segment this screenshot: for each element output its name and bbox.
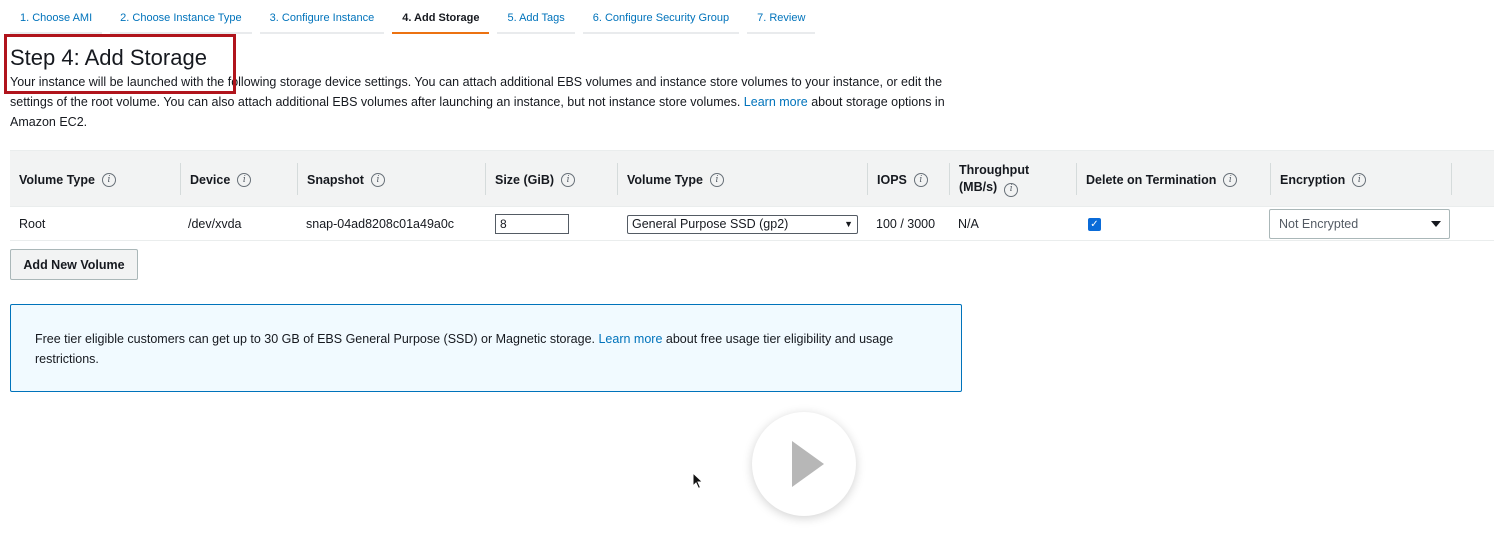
cell-volume-type: Root bbox=[19, 217, 46, 231]
caret-down-icon bbox=[1431, 221, 1441, 227]
info-panel-text: Free tier eligible customers can get up … bbox=[35, 332, 595, 346]
cell-delete-on-termination: ✓ bbox=[1079, 207, 1101, 241]
size-input[interactable] bbox=[495, 214, 569, 234]
info-icon[interactable]: i bbox=[913, 172, 928, 187]
tab-review[interactable]: 7. Review bbox=[747, 0, 816, 34]
col-iops: IOPS i bbox=[868, 151, 950, 208]
cell-encryption: Not Encrypted bbox=[1260, 207, 1450, 241]
col-throughput: Throughput (MB/s) i bbox=[950, 151, 1077, 208]
storage-table: Volume Type i Device i Snapshot i Size (… bbox=[10, 150, 1494, 241]
chevron-down-icon: ▼ bbox=[844, 219, 853, 229]
info-icon[interactable]: i bbox=[561, 172, 576, 187]
col-label: IOPS bbox=[877, 172, 907, 187]
col-label: Device bbox=[190, 172, 231, 187]
mouse-cursor-icon bbox=[692, 472, 704, 490]
volume-type-select[interactable]: General Purpose SSD (gp2) ▼ bbox=[627, 214, 858, 234]
play-button[interactable] bbox=[752, 412, 856, 516]
col-label: Throughput bbox=[959, 163, 1030, 178]
info-icon[interactable]: i bbox=[101, 172, 116, 187]
info-icon[interactable]: i bbox=[1223, 172, 1238, 187]
col-label: Encryption bbox=[1280, 172, 1346, 187]
tab-choose-ami[interactable]: 1. Choose AMI bbox=[10, 0, 103, 34]
col-label: Size (GiB) bbox=[495, 172, 555, 187]
col-size: Size (GiB) i bbox=[486, 151, 618, 208]
info-panel-learn-more-link[interactable]: Learn more bbox=[598, 332, 662, 346]
info-icon[interactable]: i bbox=[709, 172, 724, 187]
volume-type-selected: General Purpose SSD (gp2) bbox=[632, 217, 789, 231]
cell-size bbox=[486, 207, 569, 241]
check-icon: ✓ bbox=[1090, 218, 1099, 230]
info-icon[interactable]: i bbox=[370, 172, 385, 187]
tab-configure-security-group[interactable]: 6. Configure Security Group bbox=[582, 0, 740, 34]
col-label-sub: (MB/s) bbox=[959, 180, 998, 195]
col-volume-type: Volume Type i bbox=[10, 151, 181, 208]
cell-device: /dev/xvda bbox=[188, 217, 242, 231]
col-label: Delete on Termination bbox=[1086, 172, 1217, 187]
table-header: Volume Type i Device i Snapshot i Size (… bbox=[10, 150, 1494, 207]
col-encryption: Encryption i bbox=[1271, 151, 1452, 208]
wizard-tabs: 1. Choose AMI 2. Choose Instance Type 3.… bbox=[10, 0, 823, 34]
tab-choose-instance-type[interactable]: 2. Choose Instance Type bbox=[110, 0, 252, 34]
col-label: Snapshot bbox=[307, 172, 364, 187]
cell-throughput: N/A bbox=[958, 217, 979, 231]
delete-on-termination-checkbox[interactable]: ✓ bbox=[1088, 217, 1101, 231]
col-device: Device i bbox=[181, 151, 298, 208]
highlight-annotation-box bbox=[4, 34, 236, 94]
learn-more-link[interactable]: Learn more bbox=[744, 95, 808, 109]
info-icon[interactable]: i bbox=[1004, 182, 1019, 197]
play-icon bbox=[792, 441, 824, 487]
table-row: Root /dev/xvda snap-04ad8208c01a49a0c Ge… bbox=[10, 207, 1494, 241]
encryption-selected: Not Encrypted bbox=[1279, 217, 1359, 231]
tab-add-storage[interactable]: 4. Add Storage bbox=[392, 0, 490, 34]
encryption-select[interactable]: Not Encrypted bbox=[1269, 209, 1450, 239]
col-label: Volume Type bbox=[19, 172, 95, 187]
cell-volume-type-select: General Purpose SSD (gp2) ▼ bbox=[618, 207, 858, 241]
col-delete-on-termination: Delete on Termination i bbox=[1077, 151, 1271, 208]
cell-snapshot: snap-04ad8208c01a49a0c bbox=[306, 217, 455, 231]
cell-iops: 100 / 3000 bbox=[876, 217, 936, 231]
tab-add-tags[interactable]: 5. Add Tags bbox=[497, 0, 575, 34]
info-icon[interactable]: i bbox=[237, 172, 252, 187]
info-icon[interactable]: i bbox=[1352, 172, 1367, 187]
col-snapshot: Snapshot i bbox=[298, 151, 486, 208]
free-tier-info-panel: Free tier eligible customers can get up … bbox=[10, 304, 962, 392]
col-volume-type-select: Volume Type i bbox=[618, 151, 868, 208]
add-new-volume-button[interactable]: Add New Volume bbox=[10, 249, 138, 280]
col-label: Volume Type bbox=[627, 172, 703, 187]
tab-configure-instance[interactable]: 3. Configure Instance bbox=[259, 0, 385, 34]
